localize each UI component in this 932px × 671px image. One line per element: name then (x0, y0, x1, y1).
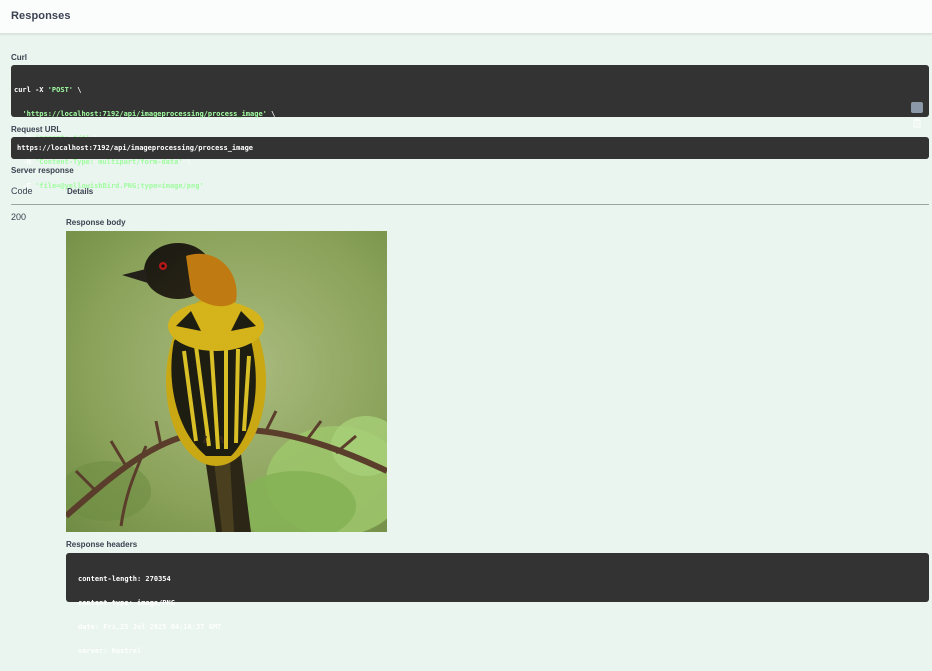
response-body-image (66, 231, 387, 532)
column-header-code: Code (11, 186, 33, 196)
curl-label: Curl (11, 53, 27, 62)
response-status-code: 200 (11, 212, 27, 222)
curl-command-block[interactable]: curl -X 'POST' \ 'https://localhost:7192… (11, 65, 929, 190)
curl-method: 'POST' (47, 86, 74, 94)
server-response-label: Server response (11, 166, 74, 175)
response-header-line: content-length: 270354 (78, 575, 171, 583)
curl-line-1: curl -X 'POST' \ (14, 86, 82, 94)
request-url-label: Request URL (11, 125, 62, 134)
curl-line-4: -H 'Content-Type: multipart/form-data' \ (22, 158, 192, 166)
response-header-line: date: Fri,25 Jul 2025 04:16:37 GMT (78, 623, 222, 631)
responses-table-header: Code Details (11, 185, 929, 205)
response-headers-block[interactable]: content-length: 270354 content-type: ima… (66, 553, 929, 655)
copy-to-clipboard-button[interactable] (911, 102, 923, 128)
response-header-line: server: Kestrel (78, 647, 142, 655)
curl-url: 'https://localhost:7192/api/imageprocess… (22, 110, 267, 118)
curl-line-2: 'https://localhost:7192/api/imageprocess… (22, 110, 276, 118)
curl-content-type-header: 'Content-Type: multipart/form-data' (35, 158, 183, 166)
column-header-details: Details (67, 187, 94, 196)
bird-image (66, 231, 387, 532)
request-url-value: https://localhost:7192/api/imageprocessi… (17, 144, 254, 152)
request-url-block[interactable]: https://localhost:7192/api/imageprocessi… (11, 137, 929, 159)
responses-header: Responses (0, 0, 932, 34)
responses-title: Responses (11, 10, 71, 22)
clipboard-icon (913, 119, 921, 128)
response-headers-label: Response headers (66, 540, 138, 549)
response-body-label: Response body (66, 218, 126, 227)
